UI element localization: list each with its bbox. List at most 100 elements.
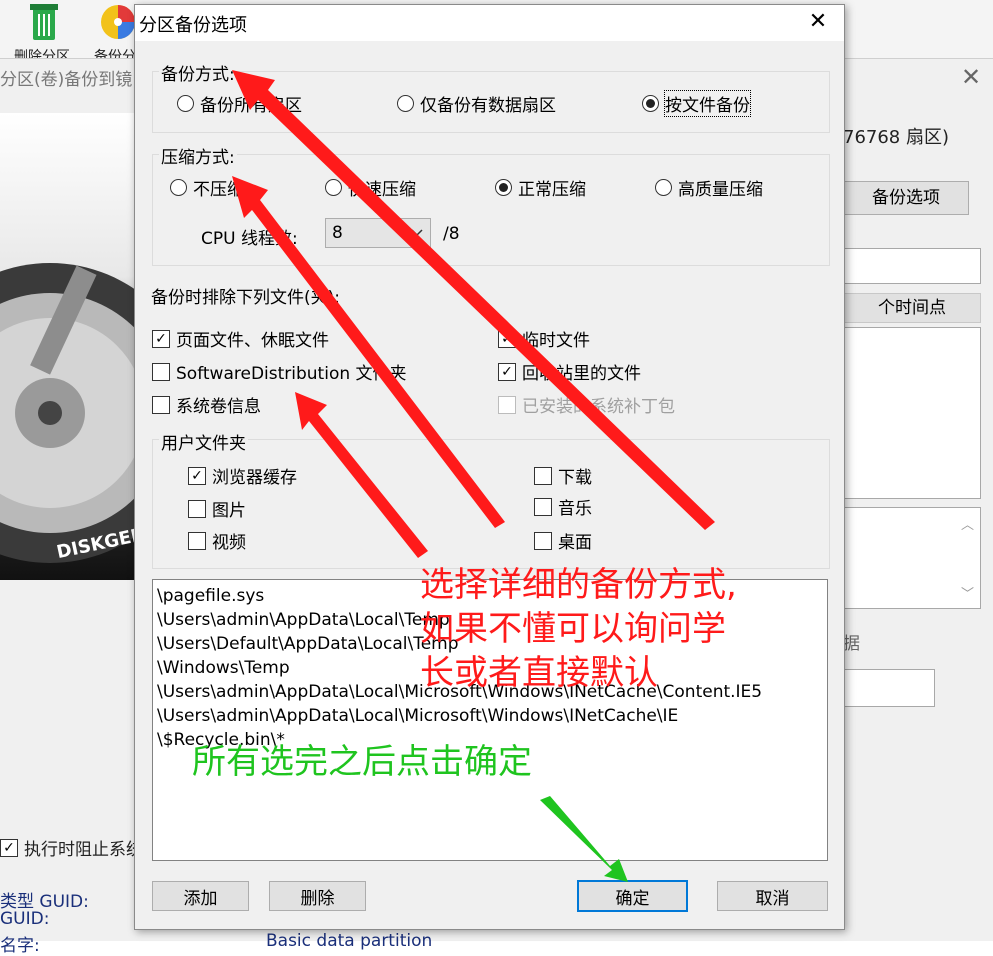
videos-option[interactable]: 视频: [188, 528, 246, 553]
exclude-sysvolume-checkbox[interactable]: [152, 395, 170, 414]
red-annotation-line: 选择详细的备份方式,: [420, 565, 737, 605]
exclude-temp-checkbox[interactable]: ✓: [498, 329, 516, 348]
pictures-label: 图片: [212, 501, 246, 521]
green-annotation: 所有选完之后点击确定: [192, 742, 532, 782]
red-annotation-line: 长或者直接默认: [420, 653, 658, 693]
music-checkbox[interactable]: [534, 497, 552, 516]
exclude-pagefile-label: 页面文件、休眠文件: [176, 331, 329, 351]
backup-by-file-label: 按文件备份: [664, 90, 751, 117]
normal-compression-radio[interactable]: [495, 179, 512, 196]
exclude-patches-label: 已安装的系统补丁包: [522, 397, 675, 417]
prevent-sleep-option[interactable]: ✓ 执行时阻止系统: [0, 835, 143, 860]
exclude-pagefile-checkbox[interactable]: ✓: [152, 329, 170, 348]
cpu-threads-total: /8: [443, 224, 460, 244]
target-path-field[interactable]: [843, 248, 981, 284]
exclude-softwaredistribution-option[interactable]: SoftwareDistribution 文件夹: [152, 359, 407, 384]
prevent-sleep-label: 执行时阻止系统: [24, 840, 143, 860]
pictures-checkbox[interactable]: [188, 499, 206, 518]
add-button[interactable]: 添加: [152, 881, 249, 911]
chevron-down-icon: [411, 229, 423, 237]
desktop-option[interactable]: 桌面: [534, 528, 592, 553]
compression-label: 压缩方式:: [159, 143, 237, 168]
cancel-button[interactable]: 取消: [717, 881, 828, 911]
time-point-tab[interactable]: 个时间点: [843, 293, 981, 323]
exclude-sysvolume-label: 系统卷信息: [176, 397, 261, 417]
red-annotation: 选择详细的备份方式, 如果不懂可以询问学 长或者直接默认: [420, 563, 737, 695]
normal-compression-option[interactable]: 正常压缩: [495, 175, 586, 200]
exclude-softwaredistribution-checkbox[interactable]: [152, 362, 170, 381]
delete-button[interactable]: 删除: [269, 881, 366, 911]
partition-name-value: Basic data partition: [266, 931, 433, 951]
pictures-option[interactable]: 图片: [188, 496, 246, 521]
prevent-sleep-checkbox[interactable]: ✓: [0, 838, 18, 857]
exclude-recycle-option[interactable]: ✓ 回收站里的文件: [498, 359, 641, 384]
window-close-icon[interactable]: ✕: [961, 63, 981, 91]
high-compression-radio[interactable]: [655, 179, 672, 196]
videos-label: 视频: [212, 533, 246, 553]
close-icon[interactable]: ✕: [806, 9, 830, 34]
backup-by-file-option[interactable]: 按文件备份: [642, 90, 751, 117]
exclude-softwaredistribution-label: SoftwareDistribution 文件夹: [176, 364, 407, 384]
downloads-checkbox[interactable]: [534, 466, 552, 485]
browser-cache-checkbox[interactable]: ✓: [188, 466, 206, 485]
backup-all-sectors-option[interactable]: 备份所有扇区: [177, 91, 302, 116]
backup-all-sectors-label: 备份所有扇区: [200, 96, 302, 116]
scroll-up-icon[interactable]: ︿: [961, 514, 974, 533]
add-button-label: 添加: [183, 888, 218, 909]
backup-window-title: 分区(卷)备份到镜: [0, 70, 133, 90]
downloads-label: 下载: [558, 468, 592, 488]
exclude-pagefile-option[interactable]: ✓ 页面文件、休眠文件: [152, 326, 329, 351]
browser-cache-label: 浏览器缓存: [212, 468, 297, 488]
downloads-option[interactable]: 下载: [534, 463, 592, 488]
exclude-recycle-checkbox[interactable]: ✓: [498, 362, 516, 381]
hard-disk-icon: [0, 263, 134, 563]
option-field[interactable]: [843, 669, 935, 707]
exclude-patches-option: 已安装的系统补丁包: [498, 392, 675, 417]
cpu-threads-value: 8: [332, 223, 343, 243]
list-item[interactable]: \Users\admin\AppData\Local\Microsoft\Win…: [157, 704, 823, 728]
no-compression-radio[interactable]: [170, 179, 187, 196]
delete-partition-tool[interactable]: 删除分区: [10, 2, 76, 65]
exclude-temp-option[interactable]: ✓ 临时文件: [498, 326, 590, 351]
description-box[interactable]: ︿ ﹀: [843, 507, 981, 609]
music-option[interactable]: 音乐: [534, 494, 592, 519]
browser-cache-option[interactable]: ✓ 浏览器缓存: [188, 463, 297, 488]
exclude-label: 备份时排除下列文件(夹):: [151, 288, 340, 308]
high-compression-label: 高质量压缩: [678, 180, 763, 200]
no-compression-label: 不压缩: [193, 180, 244, 200]
time-point-label: 个时间点: [878, 298, 946, 318]
cancel-button-label: 取消: [755, 888, 790, 909]
backup-partition-tool[interactable]: 备份分: [90, 2, 134, 58]
time-point-list[interactable]: [843, 327, 981, 499]
backup-all-sectors-radio[interactable]: [177, 95, 194, 112]
cpu-threads-select[interactable]: 8: [325, 218, 431, 248]
exclude-sysvolume-option[interactable]: 系统卷信息: [152, 392, 261, 417]
dialog-titlebar: 分区备份选项 ✕: [135, 5, 844, 41]
no-compression-option[interactable]: 不压缩: [170, 175, 244, 200]
backup-partition-label: 备份分: [94, 49, 134, 58]
normal-compression-label: 正常压缩: [518, 180, 586, 200]
videos-checkbox[interactable]: [188, 531, 206, 550]
backup-mode-label: 备份方式:: [159, 60, 237, 85]
partial-label: 据: [843, 634, 860, 654]
backup-by-file-radio[interactable]: [642, 95, 659, 112]
red-annotation-line: 如果不懂可以询问学: [420, 609, 726, 649]
disk-illustration: DISKGEN: [0, 113, 134, 580]
compression-group: [152, 154, 830, 266]
backup-data-sectors-radio[interactable]: [397, 95, 414, 112]
high-compression-option[interactable]: 高质量压缩: [655, 175, 763, 200]
fast-compression-option[interactable]: 快速压缩: [325, 175, 416, 200]
fast-compression-label: 快速压缩: [348, 180, 416, 200]
guid-label: GUID:: [0, 909, 50, 929]
ok-button[interactable]: 确定: [577, 880, 688, 912]
delete-button-label: 删除: [300, 888, 335, 909]
user-folders-label: 用户文件夹: [159, 429, 248, 454]
fast-compression-radio[interactable]: [325, 179, 342, 196]
backup-options-dialog: 分区备份选项 ✕ 备份方式: 备份所有扇区 仅备份有数据扇区 按文件备份 压缩方…: [134, 4, 845, 930]
exclude-temp-label: 临时文件: [522, 331, 590, 351]
backup-options-button[interactable]: 备份选项: [843, 181, 969, 215]
backup-data-sectors-option[interactable]: 仅备份有数据扇区: [397, 91, 556, 116]
scroll-down-icon[interactable]: ﹀: [961, 583, 974, 602]
desktop-checkbox[interactable]: [534, 531, 552, 550]
exclude-patches-checkbox: [498, 395, 516, 414]
